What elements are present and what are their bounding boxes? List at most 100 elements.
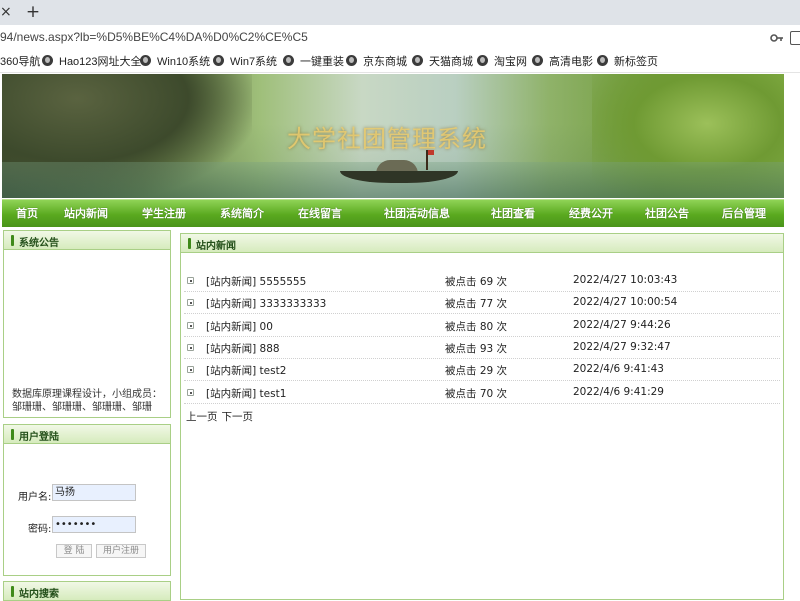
- username-input[interactable]: 马扬: [52, 484, 136, 501]
- notice-panel: 数据库原理课程设计，小组成员：邹珊珊、邹珊珊、邹珊珊、邹珊: [3, 250, 171, 418]
- bookmark-label: 360导航: [0, 56, 41, 68]
- bookmark-label: 京东商城: [363, 56, 407, 68]
- news-row: [站内新闻] 3333333333 被点击 77 次 2022/4/27 10:…: [184, 292, 780, 314]
- bookmark-item[interactable]: 高清电影: [532, 55, 593, 69]
- new-tab-button[interactable]: +: [24, 2, 42, 22]
- news-hits: 被点击 69 次: [445, 276, 508, 288]
- bullet-icon: [187, 344, 194, 351]
- news-hits: 被点击 77 次: [445, 298, 508, 310]
- header-bar-icon: [11, 235, 14, 246]
- news-row: [站内新闻] 5555555 被点击 69 次 2022/4/27 10:03:…: [184, 270, 780, 292]
- nav-funds[interactable]: 经费公开: [569, 207, 613, 221]
- bookmark-item[interactable]: 天猫商城: [412, 55, 473, 69]
- news-title-link[interactable]: [站内新闻] test1: [206, 386, 286, 401]
- bullet-icon: [187, 366, 194, 373]
- news-hits: 被点击 29 次: [445, 365, 508, 377]
- nav-clubs[interactable]: 社团查看: [491, 207, 535, 221]
- next-page-link[interactable]: 下一页: [222, 411, 254, 423]
- globe-icon: [597, 55, 608, 66]
- nav-register[interactable]: 学生注册: [142, 207, 186, 221]
- nav-about[interactable]: 系统简介: [220, 207, 264, 221]
- login-panel: 用户名: 马扬 密码: ••••••• 登 陆 用户注册: [3, 444, 171, 576]
- panel-toggle-icon[interactable]: [790, 31, 800, 45]
- news-hits: 被点击 70 次: [445, 388, 508, 400]
- globe-icon: [412, 55, 423, 66]
- header-bar-icon: [11, 429, 14, 440]
- news-title-link[interactable]: [站内新闻] test2: [206, 363, 286, 378]
- bookmark-label: 一键重装: [300, 56, 344, 68]
- bookmark-item[interactable]: 360导航: [0, 55, 40, 69]
- news-row: [站内新闻] test2 被点击 29 次 2022/4/6 9:41:43: [184, 359, 780, 381]
- bullet-icon: [187, 299, 194, 306]
- bookmarks-bar: 360导航 Hao123网址大全 Win10系统 Win7系统 一键重装 京东商…: [0, 51, 800, 73]
- prev-page-link[interactable]: 上一页: [186, 411, 218, 423]
- bullet-icon: [187, 389, 194, 396]
- main-nav: 首页 站内新闻 学生注册 系统简介 在线留言 社团活动信息 社团查看 经费公开 …: [2, 199, 784, 227]
- bookmark-label: 高清电影: [549, 56, 593, 68]
- key-icon[interactable]: [770, 31, 784, 45]
- bookmark-item[interactable]: 一键重装: [283, 55, 344, 69]
- globe-icon: [532, 55, 543, 66]
- bookmark-label: Win10系统: [157, 56, 211, 68]
- address-bar[interactable]: 94/news.aspx?lb=%D5%BE%C4%DA%D0%C2%CE%C5: [0, 25, 800, 51]
- bookmark-item[interactable]: Win10系统: [140, 55, 210, 69]
- password-label: 密码:: [28, 524, 52, 535]
- pagination: 上一页 下一页: [186, 409, 257, 424]
- url-text[interactable]: 94/news.aspx?lb=%D5%BE%C4%DA%D0%C2%CE%C5: [0, 30, 308, 44]
- nav-news[interactable]: 站内新闻: [64, 207, 108, 221]
- news-time: 2022/4/6 9:41:43: [573, 363, 664, 375]
- bookmark-item[interactable]: 新标签页: [597, 55, 658, 69]
- nav-guestbook[interactable]: 在线留言: [298, 207, 342, 221]
- nav-activities[interactable]: 社团活动信息: [384, 207, 450, 221]
- globe-icon: [42, 55, 53, 66]
- bullet-icon: [187, 277, 194, 284]
- news-panel-header: 站内新闻: [180, 233, 784, 253]
- username-label: 用户名:: [18, 492, 52, 503]
- login-button[interactable]: 登 陆: [56, 544, 92, 558]
- nav-home[interactable]: 首页: [16, 207, 38, 221]
- globe-icon: [213, 55, 224, 66]
- register-button[interactable]: 用户注册: [96, 544, 146, 558]
- globe-icon: [140, 55, 151, 66]
- notice-title: 系统公告: [19, 238, 59, 249]
- news-title-link[interactable]: [站内新闻] 00: [206, 319, 273, 334]
- notice-panel-header: 系统公告: [3, 230, 171, 250]
- login-title: 用户登陆: [19, 432, 59, 443]
- globe-icon: [477, 55, 488, 66]
- site-title: 大学社团管理系统: [287, 125, 487, 153]
- news-row: [站内新闻] 00 被点击 80 次 2022/4/27 9:44:26: [184, 315, 780, 337]
- bookmark-item[interactable]: 京东商城: [346, 55, 407, 69]
- news-row: [站内新闻] test1 被点击 70 次 2022/4/6 9:41:29: [184, 382, 780, 404]
- bookmark-label: 天猫商城: [429, 56, 473, 68]
- news-title-link[interactable]: [站内新闻] 5555555: [206, 274, 306, 289]
- news-title-link[interactable]: [站内新闻] 3333333333: [206, 296, 326, 311]
- bookmark-item[interactable]: 淘宝网: [477, 55, 527, 69]
- search-panel-header: 站内搜索: [3, 581, 171, 601]
- login-panel-header: 用户登陆: [3, 424, 171, 444]
- news-hits: 被点击 93 次: [445, 343, 508, 355]
- tab-close-icon[interactable]: ×: [0, 3, 14, 21]
- notice-text: 数据库原理课程设计，小组成员：邹珊珊、邹珊珊、邹珊珊、邹珊: [12, 389, 162, 413]
- news-time: 2022/4/27 10:03:43: [573, 274, 678, 286]
- bookmark-item[interactable]: Hao123网址大全: [42, 55, 142, 69]
- news-title-link[interactable]: [站内新闻] 888: [206, 341, 280, 356]
- globe-icon: [283, 55, 294, 66]
- bookmark-label: Win7系统: [230, 56, 278, 68]
- bookmark-item[interactable]: Win7系统: [213, 55, 277, 69]
- header-bar-icon: [188, 238, 191, 249]
- password-input[interactable]: •••••••: [52, 516, 136, 533]
- nav-admin[interactable]: 后台管理: [722, 207, 766, 221]
- browser-tabstrip: × +: [0, 0, 800, 25]
- bookmark-label: 新标签页: [614, 56, 658, 68]
- news-time: 2022/4/6 9:41:29: [573, 386, 664, 398]
- news-row: [站内新闻] 888 被点击 93 次 2022/4/27 9:32:47: [184, 337, 780, 359]
- news-panel-title: 站内新闻: [196, 241, 236, 252]
- boat-illustration: [340, 150, 458, 190]
- news-time: 2022/4/27 9:44:26: [573, 319, 671, 331]
- news-hits: 被点击 80 次: [445, 321, 508, 333]
- bookmark-label: 淘宝网: [494, 56, 527, 68]
- nav-announcements[interactable]: 社团公告: [645, 207, 689, 221]
- bookmark-label: Hao123网址大全: [59, 56, 142, 68]
- boat-flag: [426, 150, 434, 170]
- boat-hull: [340, 171, 458, 183]
